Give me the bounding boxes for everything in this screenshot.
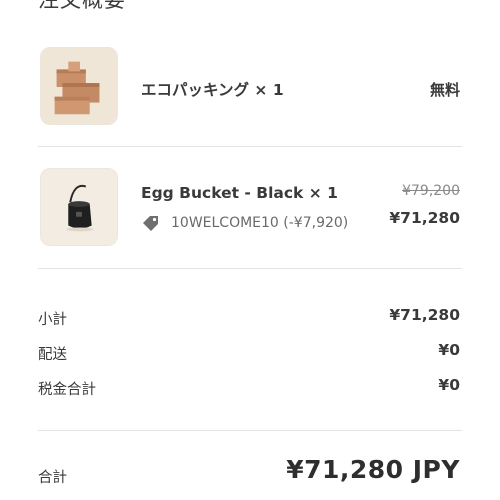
shipping-label: 配送 bbox=[38, 347, 67, 363]
divider bbox=[38, 430, 462, 431]
tag-icon bbox=[143, 216, 158, 231]
eco-packaging-image bbox=[40, 47, 118, 125]
shipping-value: ¥0 bbox=[438, 341, 460, 359]
discount-code-text: 10WELCOME10 (-¥7,920) bbox=[171, 215, 349, 231]
eco-packaging-price: 無料 bbox=[429, 81, 460, 99]
divider bbox=[38, 146, 462, 147]
subtotal-value: ¥71,280 bbox=[389, 306, 460, 324]
egg-bucket-original-price: ¥79,200 bbox=[402, 183, 460, 199]
egg-bucket-image bbox=[40, 168, 118, 246]
subtotal-label: 小計 bbox=[38, 312, 67, 328]
divider bbox=[38, 268, 462, 269]
black-bucket-bag-icon bbox=[41, 169, 117, 245]
page-title: 注文概要 bbox=[38, 0, 126, 12]
discount-code: 10WELCOME10 (-¥7,920) bbox=[141, 213, 348, 233]
egg-bucket-price: ¥71,280 bbox=[389, 209, 460, 227]
egg-bucket-name: Egg Bucket - Black × 1 bbox=[141, 184, 338, 202]
tax-value: ¥0 bbox=[438, 376, 460, 394]
tax-label: 税金合計 bbox=[38, 382, 96, 398]
cardboard-boxes-icon bbox=[41, 48, 117, 124]
total-value: ¥71,280 JPY bbox=[286, 455, 460, 484]
total-label: 合計 bbox=[38, 470, 67, 486]
eco-packaging-name: エコパッキング × 1 bbox=[141, 81, 284, 99]
